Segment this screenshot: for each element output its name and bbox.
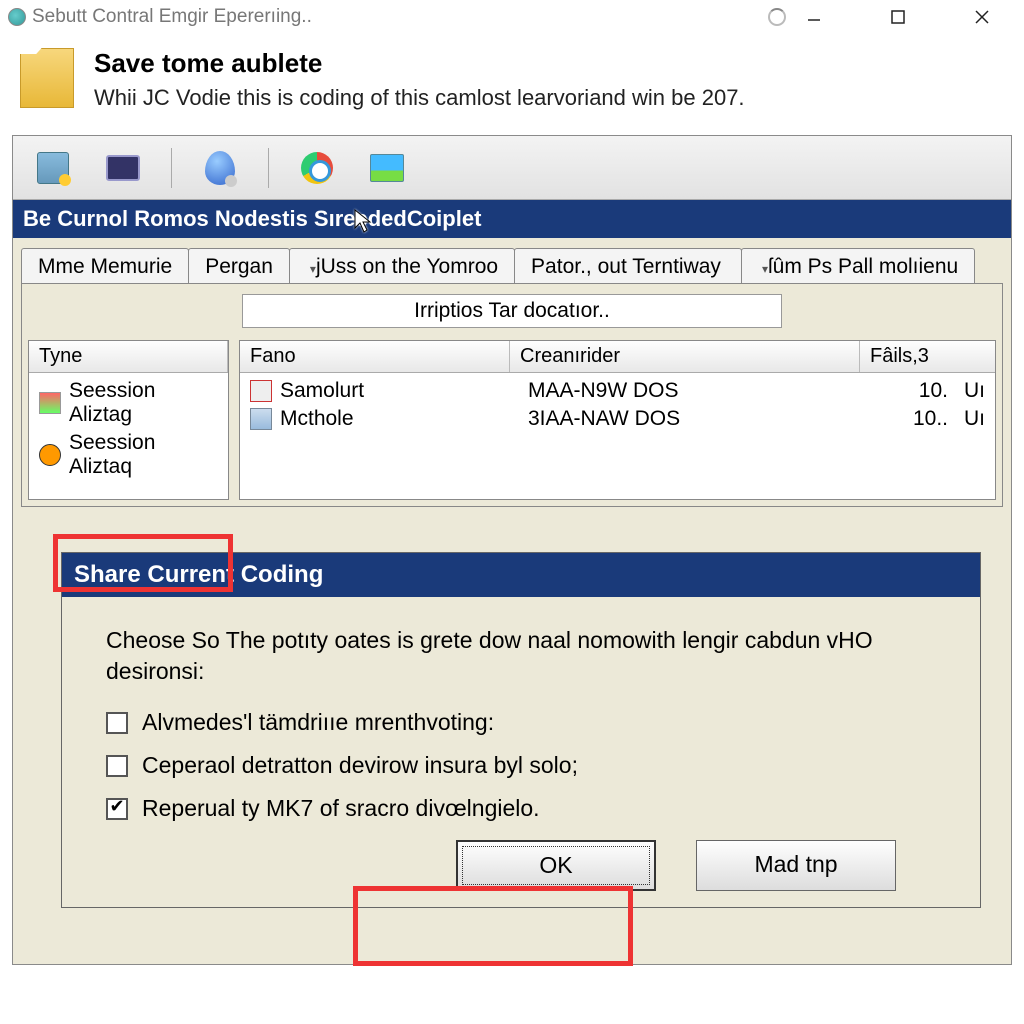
maximize-button[interactable] (876, 2, 920, 32)
tab-4[interactable]: ▾ſûm Ps Pall molıienu (741, 248, 975, 283)
ok-button[interactable]: OK (456, 840, 656, 891)
col-header[interactable]: Fano (240, 341, 510, 372)
titlebar: Sebutt Contral Emgir Epererıing.. (0, 0, 1024, 34)
checkbox-row-1[interactable]: Ceperaol detratton devirow insura byl so… (106, 752, 936, 779)
window-title: Sebutt Contral Emgir Epererıing.. (32, 6, 762, 28)
banner-heading: Save tome aublete (94, 48, 745, 79)
content-area: Irriptios Tar docatıor.. Tyne Seession A… (21, 283, 1003, 507)
col-header[interactable]: Creanırider (510, 341, 860, 372)
close-button[interactable] (960, 2, 1004, 32)
tabs-row: Mme Memurie Pergan ▾jUss on the Yomroo P… (13, 238, 1011, 283)
table-row[interactable]: Samolurt MAA-N9W DOS 10. Uı (244, 377, 991, 405)
checkbox-icon[interactable] (106, 755, 128, 777)
table-row[interactable]: Mcthole 3IAA-NAW DOS 10.. Uı (244, 405, 991, 433)
banner-subtext: Whii JC Vodie this is coding of this cam… (94, 85, 745, 111)
checkbox-row-0[interactable]: Alvmedes'l tämdriııe mrenthvoting: (106, 709, 936, 736)
item-icon (250, 408, 272, 430)
tab-1[interactable]: Pergan (188, 248, 290, 283)
tool-monitor-icon[interactable] (101, 146, 145, 190)
checkbox-icon[interactable] (106, 712, 128, 734)
subheader[interactable]: Irriptios Tar docatıor.. (242, 294, 782, 328)
dialog-text: Cheose So The potıty oates is grete dow … (106, 625, 936, 687)
right-list: Fano Creanırider Fâils,3 Samolurt MAA-N9… (239, 340, 996, 500)
main-panel: Be Curnol Romos Nodestis SıreededCoiplet… (12, 135, 1012, 965)
minimize-button[interactable] (792, 2, 836, 32)
tool-shield-icon[interactable] (198, 146, 242, 190)
list-item[interactable]: Seession Aliztaq (33, 429, 224, 481)
tool-doc-icon[interactable] (31, 146, 75, 190)
toolbar-separator (171, 148, 172, 188)
section-bar: Be Curnol Romos Nodestis SıreededCoiplet (13, 200, 1011, 238)
session-icon (39, 392, 61, 414)
toolbar (13, 136, 1011, 200)
checkbox-row-2[interactable]: Reperual ty MK7 of sracro divœlngielo. (106, 795, 936, 822)
info-banner: Save tome aublete Whii JC Vodie this is … (0, 34, 1024, 135)
tool-browser-icon[interactable] (295, 146, 339, 190)
folder-icon (20, 48, 74, 108)
loading-icon (768, 8, 786, 26)
checkbox-icon[interactable] (106, 798, 128, 820)
list-item[interactable]: Seession Aliztag (33, 377, 224, 429)
col-header[interactable]: Fâils,3 (860, 341, 995, 372)
col-header[interactable]: Tyne (29, 341, 228, 372)
dialog-title: Share Current Coding (62, 553, 980, 597)
tab-3[interactable]: Pator., out Terntiway (514, 248, 742, 283)
mad-tnp-button[interactable]: Mad tnp (696, 840, 896, 891)
left-list: Tyne Seession Aliztag Seession Aliztaq (28, 340, 229, 500)
tab-2[interactable]: ▾jUss on the Yomroo (289, 248, 515, 283)
tab-0[interactable]: Mme Memurie (21, 248, 189, 283)
toolbar-separator (268, 148, 269, 188)
item-icon (250, 380, 272, 402)
app-icon (8, 8, 26, 26)
share-dialog: Share Current Coding Cheose So The potıt… (61, 552, 981, 908)
tool-picture-icon[interactable] (365, 146, 409, 190)
session-icon (39, 444, 61, 466)
